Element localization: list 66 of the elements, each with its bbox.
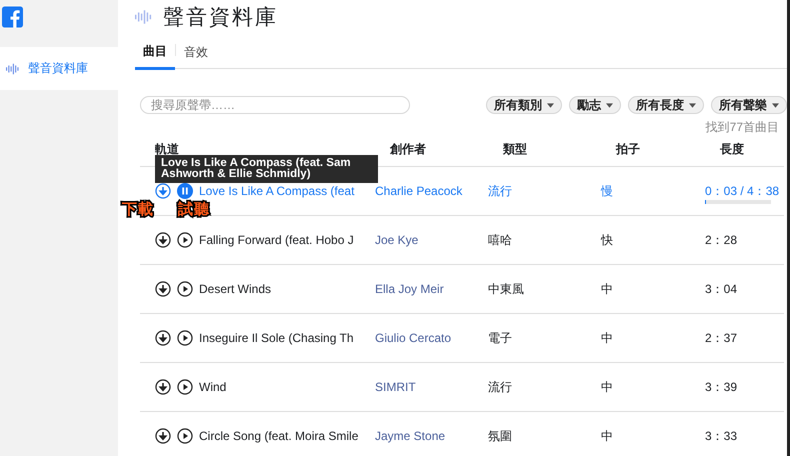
- play-icon[interactable]: [177, 232, 193, 248]
- download-icon[interactable]: [155, 428, 171, 444]
- tempo-text: 中: [601, 330, 614, 346]
- page-title: 聲音資料庫: [163, 5, 278, 31]
- tempo-text: 中: [601, 428, 614, 444]
- sound-wave-icon: [6, 62, 20, 74]
- track-length: 3：39: [705, 380, 738, 394]
- download-icon[interactable]: [155, 232, 171, 248]
- column-header: 創作者: [390, 141, 427, 158]
- pause-icon[interactable]: [177, 183, 193, 199]
- play-icon[interactable]: [177, 330, 193, 346]
- genre-text: 電子: [488, 330, 513, 346]
- caret-icon: [606, 102, 613, 108]
- play-icon[interactable]: [177, 281, 193, 297]
- filter-dropdown[interactable]: 所有類別: [486, 96, 562, 114]
- tempo-text: 中: [601, 280, 614, 298]
- caret-icon: [689, 102, 696, 108]
- track-length: 2：37: [705, 330, 738, 344]
- track-title[interactable]: Wind: [199, 380, 226, 394]
- download-icon[interactable]: [155, 379, 171, 395]
- tab[interactable]: 曲目: [135, 41, 175, 70]
- track-length: 3：04: [705, 282, 738, 296]
- caret-icon: [547, 102, 554, 108]
- facebook-logo: [2, 5, 23, 29]
- genre-text: 流行: [488, 182, 513, 200]
- filter-dropdown[interactable]: 所有聲樂: [711, 96, 787, 114]
- track-title[interactable]: Inseguire Il Sole (Chasing Th: [199, 331, 354, 345]
- column-header: 類型: [503, 141, 528, 158]
- track-length: 0：03 / 4：38: [705, 184, 780, 198]
- filter-dropdown[interactable]: 勵志: [569, 96, 621, 114]
- caret-icon: [772, 102, 779, 108]
- sound-wave-icon: [135, 10, 153, 24]
- tempo-text: 快: [601, 232, 614, 248]
- track-title[interactable]: Love Is Like A Compass (feat: [199, 184, 354, 198]
- artist-link[interactable]: Giulio Cercato: [375, 331, 488, 345]
- artist-link[interactable]: Charlie Peacock: [375, 184, 488, 198]
- tempo-text: 慢: [601, 182, 614, 200]
- track-length: 2：28: [705, 232, 738, 246]
- download-icon[interactable]: [155, 330, 171, 346]
- result-count: 找到77首曲目: [706, 119, 779, 136]
- play-icon[interactable]: [177, 379, 193, 395]
- download-icon[interactable]: [155, 281, 171, 297]
- callout-label: 試聽: [178, 200, 210, 219]
- search-field[interactable]: 搜尋原聲帶……: [140, 96, 410, 114]
- column-header: 長度: [720, 141, 745, 158]
- tempo-text: 中: [601, 378, 614, 396]
- genre-text: 中東風: [488, 280, 525, 298]
- filter-dropdown[interactable]: 所有長度: [628, 96, 704, 114]
- genre-text: 嘻哈: [488, 232, 513, 248]
- column-header: 軌道: [154, 141, 180, 158]
- genre-text: 氛圍: [488, 428, 513, 444]
- artist-link[interactable]: Ella Joy Meir: [375, 282, 488, 296]
- genre-text: 流行: [488, 378, 513, 396]
- track-title[interactable]: Falling Forward (feat. Hobo J: [199, 233, 354, 247]
- track-title[interactable]: Circle Song (feat. Moira Smile: [199, 429, 358, 443]
- tab[interactable]: 音效: [175, 44, 216, 56]
- sidebar-item[interactable]: 聲音資料庫: [0, 47, 118, 90]
- artist-link[interactable]: SIMRIT: [375, 380, 488, 394]
- artist-link[interactable]: Jayme Stone: [375, 429, 488, 443]
- play-icon[interactable]: [177, 428, 193, 444]
- track-title[interactable]: Desert Winds: [199, 282, 272, 296]
- track-length: 3：33: [705, 428, 738, 442]
- callout-label: 下載: [122, 200, 154, 219]
- tooltip: Love Is Like A Compass (feat. Sam Ashworth & Ellie Schmidly): [155, 155, 378, 183]
- artist-link[interactable]: Joe Kye: [375, 233, 488, 247]
- column-header: 拍子: [616, 141, 641, 158]
